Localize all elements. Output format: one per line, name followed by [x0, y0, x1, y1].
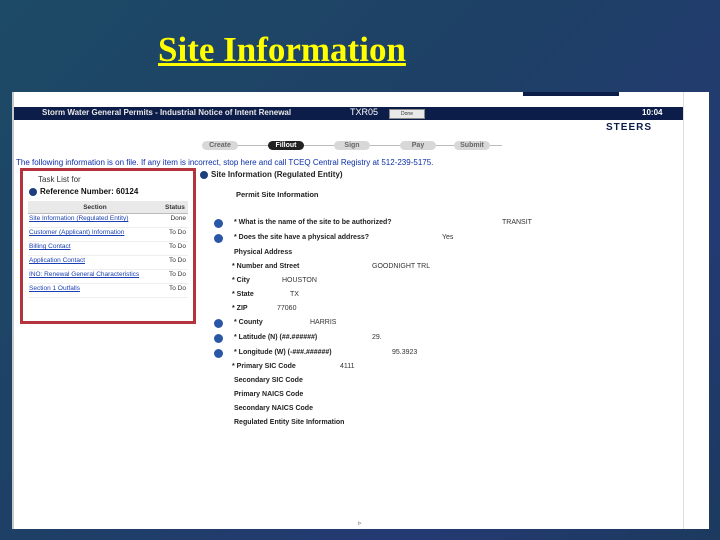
cursor-marker: ▹ — [358, 520, 362, 527]
field-label: * State — [232, 291, 254, 298]
step-submit[interactable]: Submit — [454, 141, 490, 150]
column-header-section: Section — [28, 201, 162, 214]
bullet-icon — [29, 187, 37, 196]
task-status: To Do — [161, 227, 188, 242]
form-row: Regulated Entity Site Information — [214, 418, 674, 431]
app-title: Storm Water General Permits - Industrial… — [42, 108, 292, 117]
column-header-status: Status — [161, 201, 188, 214]
field-value[interactable]: GOODNIGHT TRL — [372, 263, 430, 270]
form-row: * Primary SIC Code 4111 — [214, 362, 674, 375]
field-value[interactable]: TRANSIT — [502, 219, 532, 226]
task-link[interactable]: Application Contact — [28, 255, 162, 270]
table-row: Application Contact To Do — [28, 255, 188, 270]
field-label: Physical Address — [234, 249, 293, 256]
done-button[interactable]: Done — [389, 109, 425, 119]
field-label: Primary NAICS Code — [234, 391, 304, 398]
help-icon[interactable] — [214, 334, 223, 343]
table-row: Section 1 Outfalls To Do — [28, 283, 188, 298]
form-row: Secondary SIC Code — [214, 376, 674, 389]
field-value[interactable]: 95.3923 — [392, 349, 417, 356]
field-label: * City — [232, 277, 250, 284]
form-heading-text: Site Information (Regulated Entity) — [211, 170, 343, 179]
field-value[interactable]: 29. — [372, 334, 382, 341]
form-row: * Latitude (N) (##.######) 29. — [214, 333, 674, 346]
field-label: * Latitude (N) (##.######) — [234, 334, 318, 341]
task-status: To Do — [161, 269, 188, 284]
task-link[interactable]: Customer (Applicant) Information — [28, 227, 162, 242]
field-value[interactable]: Yes — [442, 234, 453, 241]
info-notice: The following information is on file. If… — [16, 158, 434, 167]
progress-steps: Create Fillout Sign Pay Submit — [202, 141, 502, 150]
top-dark-strip — [523, 92, 619, 96]
field-label: * Primary SIC Code — [232, 363, 296, 370]
field-label: Regulated Entity Site Information — [234, 419, 345, 426]
step-create[interactable]: Create — [202, 141, 238, 150]
reference-number: Reference Number: 60124 — [29, 187, 138, 196]
form-row: Secondary NAICS Code — [214, 404, 674, 417]
field-value[interactable]: 4111 — [340, 363, 355, 370]
table-row: Site Information (Regulated Entity) Done — [28, 213, 188, 228]
task-link[interactable]: Billing Contact — [28, 241, 162, 256]
field-label: Secondary SIC Code — [234, 377, 303, 384]
form-row: * ZIP 77060 — [214, 304, 674, 317]
help-icon[interactable] — [214, 319, 223, 328]
help-icon[interactable] — [214, 349, 223, 358]
field-label: * Longitude (W) (-###.######) — [234, 349, 332, 356]
form-row: * County HARRIS — [214, 318, 674, 331]
right-edge — [683, 92, 709, 529]
field-label: * Does the site have a physical address? — [234, 234, 370, 241]
step-fillout[interactable]: Fillout — [268, 141, 304, 150]
help-icon[interactable] — [214, 219, 223, 228]
table-row: Customer (Applicant) Information To Do — [28, 227, 188, 242]
field-value[interactable]: 77060 — [277, 305, 296, 312]
form-row: * Number and Street GOODNIGHT TRL — [214, 262, 674, 275]
step-pay[interactable]: Pay — [400, 141, 436, 150]
step-sign[interactable]: Sign — [334, 141, 370, 150]
field-label: * ZIP — [232, 305, 248, 312]
task-link[interactable]: Site Information (Regulated Entity) — [28, 213, 162, 228]
field-label: * Number and Street — [232, 263, 300, 270]
form-row: * Does the site have a physical address?… — [214, 233, 674, 246]
slide-title: Site Information — [158, 30, 406, 69]
task-status: To Do — [161, 255, 188, 270]
bullet-icon — [200, 170, 208, 179]
task-link[interactable]: Section 1 Outfalls — [28, 283, 162, 298]
steers-logo: STEERS — [606, 122, 653, 133]
app-label: TXR05 — [350, 107, 379, 117]
field-label: Secondary NAICS Code — [234, 405, 313, 412]
form-row: * What is the name of the site to be aut… — [214, 218, 674, 231]
field-label: * County — [234, 319, 263, 326]
task-status: Done — [161, 213, 188, 228]
field-value[interactable]: TX — [290, 291, 299, 298]
task-status: To Do — [161, 283, 188, 298]
task-table: Section Status Site Information (Regulat… — [28, 201, 188, 298]
task-list-label: Task List for — [38, 175, 81, 184]
form-heading: Site Information (Regulated Entity) — [200, 170, 343, 179]
form-row: * City HOUSTON — [214, 276, 674, 289]
form-row: Primary NAICS Code — [214, 390, 674, 403]
table-row: INO: Renewal General Characteristics To … — [28, 269, 188, 284]
form-row: * State TX — [214, 290, 674, 303]
task-link[interactable]: INO: Renewal General Characteristics — [28, 269, 162, 284]
screenshot-frame: Storm Water General Permits - Industrial… — [12, 92, 709, 529]
help-icon[interactable] — [214, 234, 223, 243]
field-value[interactable]: HOUSTON — [282, 277, 317, 284]
form-subheading: Permit Site Information — [236, 190, 319, 199]
app-title-bar: Storm Water General Permits - Industrial… — [14, 107, 684, 120]
task-list-panel: Task List for Reference Number: 60124 Se… — [20, 168, 196, 324]
field-label: * What is the name of the site to be aut… — [234, 219, 392, 226]
task-status: To Do — [161, 241, 188, 256]
reference-text: Reference Number: 60124 — [40, 187, 139, 196]
clock: 10:04 — [642, 108, 663, 117]
form-row: * Longitude (W) (-###.######) 95.3923 — [214, 348, 674, 361]
field-value[interactable]: HARRIS — [310, 319, 336, 326]
table-row: Billing Contact To Do — [28, 241, 188, 256]
form-row: Physical Address — [214, 248, 674, 261]
